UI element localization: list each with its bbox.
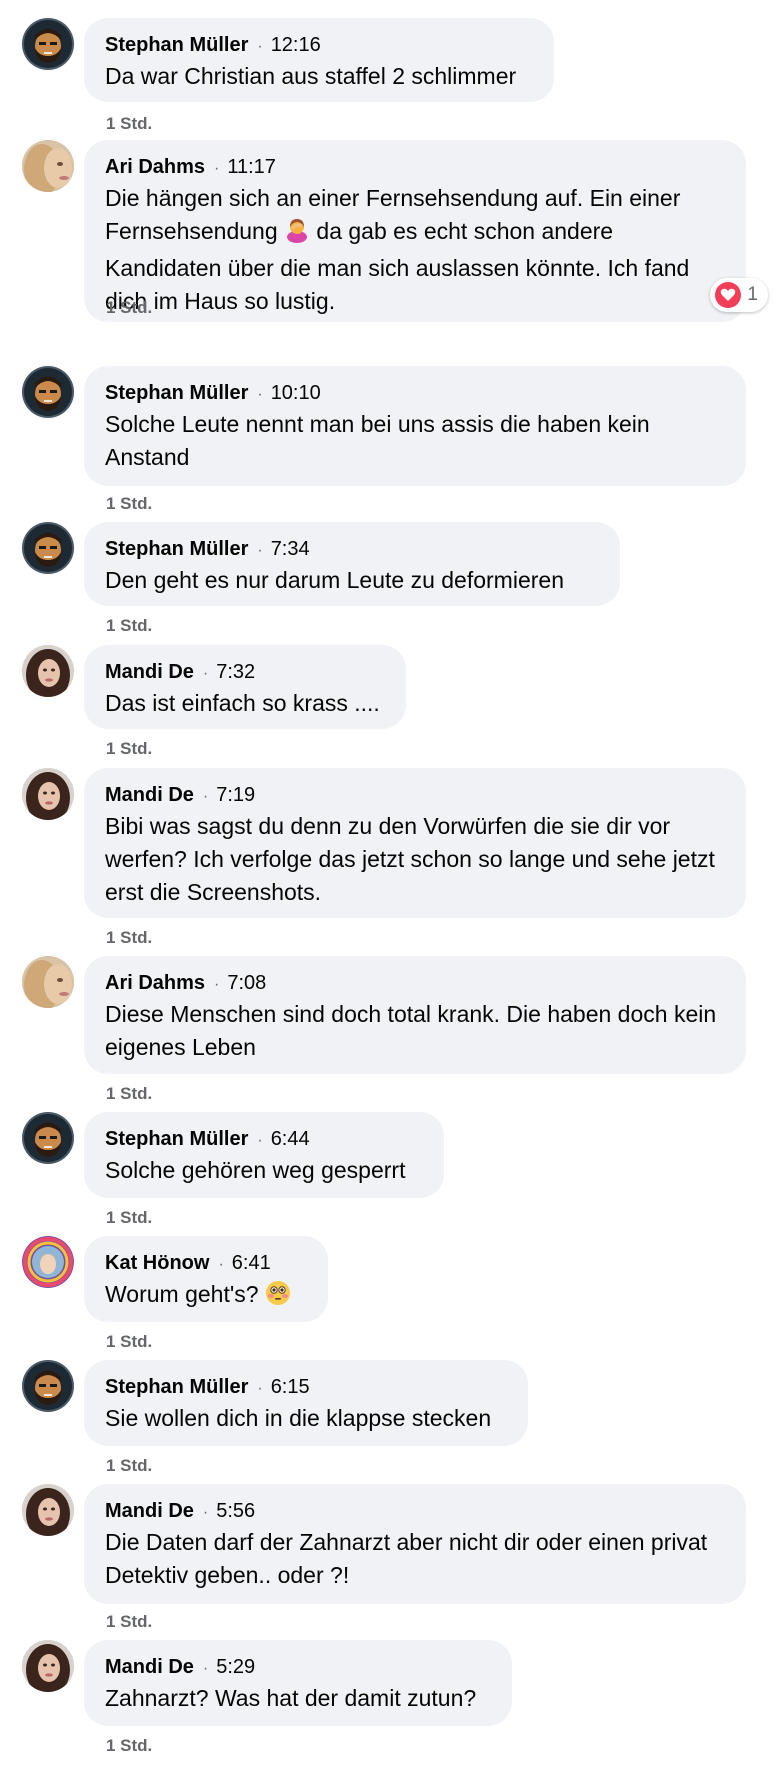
comment-age[interactable]: 1 Std. — [106, 739, 152, 759]
comment-age[interactable]: 1 Std. — [106, 1332, 152, 1352]
comment-age[interactable]: 1 Std. — [106, 1736, 152, 1756]
comment-bubble: Stephan Müller · 10:10 Solche Leute nennt … — [84, 366, 746, 486]
avatar[interactable] — [22, 522, 74, 574]
comment-text: Zahnarzt? Was hat der damit zutun? — [105, 1685, 477, 1711]
comment-time[interactable]: 7:08 — [227, 972, 266, 995]
author-name[interactable]: Stephan Müller — [105, 1128, 248, 1151]
avatar[interactable] — [22, 140, 74, 192]
avatar[interactable] — [22, 18, 74, 70]
love-reaction-icon — [715, 282, 742, 308]
avatar[interactable] — [22, 768, 74, 820]
separator-dot: · — [202, 1660, 209, 1677]
author-name[interactable]: Mandi De — [105, 1656, 194, 1679]
comment-text: Bibi was sagst du denn zu den Vorwürfen … — [105, 813, 715, 905]
comment-time[interactable]: 7:19 — [216, 784, 255, 807]
reaction-badge[interactable]: 1 — [710, 278, 768, 312]
separator-dot: · — [257, 38, 263, 55]
comment-time[interactable]: 7:34 — [271, 538, 310, 561]
separator-dot: · — [202, 665, 209, 682]
comment-bubble: Ari Dahms · 7:08 Diese Menschen sind doch … — [84, 956, 746, 1074]
comment-text: Den geht es nur darum Leute zu deformier… — [105, 567, 564, 593]
separator-dot: · — [202, 788, 209, 805]
comment-time[interactable]: 11:17 — [227, 156, 276, 179]
comment-age[interactable]: 1 Std. — [106, 298, 152, 318]
avatar[interactable] — [22, 645, 74, 697]
comment-time[interactable]: 12:16 — [271, 34, 321, 57]
comment-text: Das ist einfach so krass .... — [105, 690, 380, 716]
author-name[interactable]: Stephan Müller — [105, 538, 248, 561]
comment-text: Die Daten darf der Zahnarzt aber nicht d… — [105, 1529, 708, 1588]
comment-bubble: Stephan Müller · 12:16 Da war Christian au… — [84, 18, 554, 102]
separator-dot: · — [257, 1132, 263, 1149]
avatar[interactable] — [22, 1484, 74, 1536]
comment-bubble: Mandi De · 7:32 Das ist einfach so krass .… — [84, 645, 406, 729]
comment-time[interactable]: 10:10 — [271, 382, 321, 405]
reaction-count: 1 — [747, 284, 758, 305]
comment-bubble: Mandi De · 5:56 Die Daten darf der Zahnarz… — [84, 1484, 746, 1604]
author-name[interactable]: Mandi De — [105, 784, 194, 807]
comment-text: Die hängen sich an einer Fernsehsendung … — [105, 182, 724, 318]
separator-dot: · — [218, 1256, 224, 1273]
comment-text: Solche gehören weg gesperrt — [105, 1157, 406, 1183]
comment-bubble: Stephan Müller · 7:34 Den geht es nur daru… — [84, 522, 620, 606]
author-name[interactable]: Stephan Müller — [105, 1376, 248, 1399]
comment-bubble: Mandi De · 7:19 Bibi was sagst du denn zu … — [84, 768, 746, 918]
separator-dot: · — [257, 1380, 263, 1397]
comment-text: Worum geht's? — [105, 1278, 306, 1315]
avatar[interactable] — [22, 1236, 74, 1288]
author-name[interactable]: Kat Hönow — [105, 1252, 209, 1275]
avatar[interactable] — [22, 1112, 74, 1164]
author-name[interactable]: Stephan Müller — [105, 34, 248, 57]
avatar[interactable] — [22, 956, 74, 1008]
author-name[interactable]: Mandi De — [105, 661, 194, 684]
avatar[interactable] — [22, 1640, 74, 1692]
comment-age[interactable]: 1 Std. — [106, 1456, 152, 1476]
comment-age[interactable]: 1 Std. — [106, 1084, 152, 1104]
comment-time[interactable]: 5:29 — [216, 1656, 255, 1679]
separator-dot: · — [257, 542, 263, 559]
separator-dot: · — [214, 976, 220, 993]
author-name[interactable]: Stephan Müller — [105, 382, 248, 405]
comment-age[interactable]: 1 Std. — [106, 1208, 152, 1228]
comment-age[interactable]: 1 Std. — [106, 928, 152, 948]
separator-dot: · — [202, 1504, 209, 1521]
author-name[interactable]: Ari Dahms — [105, 972, 205, 995]
flushed-face-icon — [265, 1280, 291, 1315]
author-name[interactable]: Ari Dahms — [105, 156, 205, 179]
comment-bubble: Stephan Müller · 6:44 Solche gehören weg g… — [84, 1112, 444, 1198]
comment-text: Da war Christian aus staffel 2 schlimmer — [105, 63, 517, 89]
author-name[interactable]: Mandi De — [105, 1500, 194, 1523]
comment-bubble: Stephan Müller · 6:15 Sie wollen dich in d… — [84, 1360, 528, 1446]
comment-time[interactable]: 5:56 — [216, 1500, 255, 1523]
comment-bubble: Mandi De · 5:29 Zahnarzt? Was hat der dami… — [84, 1640, 512, 1726]
comment-age[interactable]: 1 Std. — [106, 114, 152, 134]
comment-text: Diese Menschen sind doch total krank. Di… — [105, 1001, 717, 1060]
separator-dot: · — [257, 386, 263, 403]
comment-bubble: Kat Hönow · 6:41 Worum geht's? — [84, 1236, 328, 1322]
separator-dot: · — [214, 160, 220, 177]
comment-time[interactable]: 6:15 — [271, 1376, 310, 1399]
comment-age[interactable]: 1 Std. — [106, 616, 152, 636]
comment-text: Solche Leute nennt man bei uns assis die… — [105, 411, 650, 470]
comment-age[interactable]: 1 Std. — [106, 494, 152, 514]
comment-age[interactable]: 1 Std. — [106, 1612, 152, 1632]
comment-time[interactable]: 6:44 — [271, 1128, 310, 1151]
comment-thread: Stephan Müller · 12:16 Da war Christian au… — [0, 0, 774, 1770]
comment-text-part: Worum geht's? — [105, 1281, 259, 1307]
comment-time[interactable]: 6:41 — [232, 1252, 271, 1275]
woman-facepalming-icon — [284, 217, 310, 252]
comment-text: Sie wollen dich in die klappse stecken — [105, 1405, 492, 1431]
comment-bubble: Ari Dahms · 11:17 Die hängen sich an einer… — [84, 140, 746, 322]
avatar[interactable] — [22, 366, 74, 418]
comment-time[interactable]: 7:32 — [216, 661, 255, 684]
avatar[interactable] — [22, 1360, 74, 1412]
